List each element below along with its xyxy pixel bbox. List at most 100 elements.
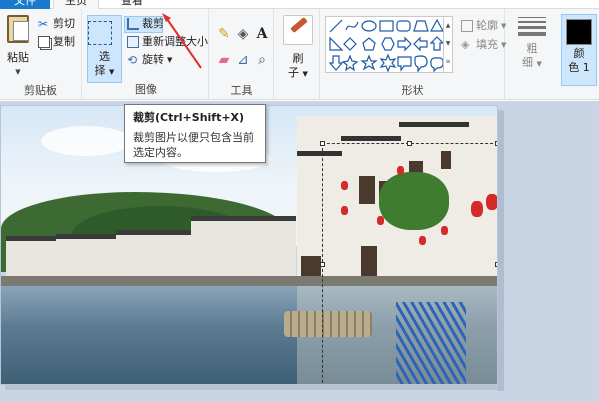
six-point-star-shape-icon [379,53,397,73]
scissors-icon: ✂ [38,17,49,31]
fill-icon: ◈ [461,38,470,51]
crop-label: 裁剪 [142,17,164,30]
select-rectangle-icon [88,21,112,45]
rotate-label: 旋转 [142,53,164,66]
shapes-group-label: 形状 [401,84,424,97]
cloud-callout-shape-icon [430,57,444,73]
house [191,216,296,276]
brushes-label-1: 刷 [292,52,304,65]
clipboard-group: 粘贴 ▼ ✂ 剪切 复制 剪贴板 [0,9,82,100]
chevron-down-icon: ▼ [15,68,21,76]
brushes-group: 刷 子 ▼ [275,9,320,100]
brushes-label-2: 子 [288,66,300,79]
diamond-shape-icon [343,37,357,51]
size-label-2: 细 [522,56,534,69]
paste-button[interactable]: 粘贴 ▼ [3,15,33,79]
shapes-gallery[interactable]: ▲ ▼ ≡ [325,16,453,73]
tooltip-title: 裁剪(Ctrl+Shift+X) [133,111,245,124]
shapes-gallery-scrollbar[interactable]: ▲ ▼ ≡ [443,17,452,72]
resize-label: 重新调整大小 [142,35,208,48]
rectangle-shape-icon [379,20,394,32]
triangle-shape-icon [429,18,445,32]
selection-rectangle[interactable] [320,141,497,384]
house [116,230,191,276]
rotate-icon: ⟲ [127,53,138,67]
ribbon-tab-bar: 文件 主页 查看 [0,0,599,10]
up-arrow-shape-icon [429,36,445,51]
selection-handle[interactable] [320,262,325,267]
crop-button[interactable]: 裁剪 [127,15,164,33]
canvas-shadow [498,111,504,391]
chevron-down-icon: ▼ [167,56,173,64]
fill-label: 填充 [476,38,498,51]
rounded-rectangle-shape-icon [396,20,411,32]
color1-label-1: 颜 [573,47,585,60]
right-triangle-shape-icon [329,36,344,51]
size-label-1: 粗 [526,42,538,55]
canvas-area[interactable] [0,101,599,402]
resize-icon [127,36,139,48]
down-arrow-shape-icon [328,55,344,71]
oval-shape-icon [361,20,377,32]
magnifier-icon[interactable]: ⌕ [254,52,270,68]
roof [341,136,401,141]
copy-icon [38,36,50,48]
hexagon-shape-icon [381,37,395,51]
outline-button[interactable]: 轮廓 ▼ [461,17,506,35]
pentagon-shape-icon [362,37,376,51]
size-button[interactable]: 粗 细 ▼ [514,17,550,71]
copy-label: 复制 [53,35,75,48]
clipboard-group-label: 剪贴板 [24,84,57,97]
outline-icon [461,20,473,32]
chevron-down-icon: ▼ [302,70,308,78]
color1-swatch [566,19,592,45]
image-group-label: 图像 [135,83,157,96]
tools-group: ✎ ◈ A ▰ ⊿ ⌕ 工具 [210,9,274,100]
tab-view[interactable]: 查看 [112,0,152,9]
outline-label: 轮廓 [476,19,498,32]
cut-label: 剪切 [53,17,75,30]
right-arrow-shape-icon [397,36,412,52]
brush-icon [283,15,313,45]
eraser-icon[interactable]: ▰ [216,52,232,68]
rotate-button[interactable]: ⟲ 旋转 ▼ [127,51,172,69]
selection-handle[interactable] [407,141,412,146]
color1-label-2: 色 1 [568,61,590,74]
color1-button[interactable]: 颜 色 1 [561,14,597,86]
curve-shape-icon [345,21,359,31]
roof [399,122,469,127]
brushes-button[interactable]: 刷 子 ▼ [281,15,315,81]
fill-bucket-icon[interactable]: ◈ [235,26,251,42]
ribbon: 粘贴 ▼ ✂ 剪切 复制 剪贴板 选 择 ▼ 裁剪 重新调整大小 ⟲ 旋转 ▼ … [0,9,599,100]
shapes-grid [328,18,445,73]
select-button[interactable]: 选 择 ▼ [87,15,122,83]
cloud [41,126,131,156]
copy-button[interactable]: 复制 [38,33,75,51]
paste-icon [7,15,29,43]
size-group: 粗 细 ▼ [506,9,558,100]
line-width-icon [518,17,546,36]
crop-tooltip: 裁剪(Ctrl+Shift+X) 裁剪图片以便只包含当前选定内容。 [124,104,266,163]
chevron-down-icon: ▼ [536,60,542,68]
crop-icon [127,18,139,30]
four-point-star-shape-icon [341,54,359,72]
cut-button[interactable]: ✂ 剪切 [38,15,75,33]
select-label-2: 择 [94,64,106,77]
house [56,234,116,276]
chevron-down-icon: ▼ [109,68,115,76]
resize-button[interactable]: 重新调整大小 [127,33,208,51]
line-shape-icon [329,19,343,33]
tooltip-body: 裁剪图片以便只包含当前选定内容。 [133,131,254,159]
tab-file[interactable]: 文件 [0,0,50,9]
tools-group-label: 工具 [230,84,253,97]
rectangular-callout-shape-icon [397,56,412,72]
pencil-icon[interactable]: ✎ [216,26,232,42]
text-tool-icon[interactable]: A [254,26,270,42]
polygon-shape-icon [413,20,429,32]
left-arrow-shape-icon [413,36,428,52]
five-point-star-shape-icon [360,54,378,71]
oval-callout-shape-icon [414,55,428,73]
selection-handle[interactable] [320,141,325,146]
fill-button[interactable]: ◈ 填充 ▼ [461,36,506,54]
color-picker-icon[interactable]: ⊿ [235,52,251,68]
